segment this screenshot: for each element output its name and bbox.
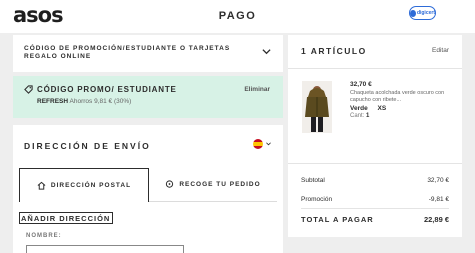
summary-title: 1 ARTÍCULO xyxy=(301,46,367,56)
chevron-down-icon[interactable] xyxy=(262,47,271,56)
product-image[interactable] xyxy=(302,81,332,133)
tab-pickup[interactable]: RECOGE TU PEDIDO xyxy=(149,168,277,202)
tab-pickup-label: RECOGE TU PEDIDO xyxy=(179,181,261,188)
product-size: XS xyxy=(377,105,387,112)
divider xyxy=(301,208,449,209)
product-info: 32,70 € Chaqueta acolchada verde oscuro … xyxy=(350,81,450,119)
divider xyxy=(288,163,462,164)
product-color: Verde xyxy=(350,105,368,112)
total-value: 22,89 € xyxy=(423,215,449,224)
shipping-address-section: DIRECCIÓN DE ENVÍO DIRECCIÓN POSTAL RECO… xyxy=(13,125,283,253)
name-input[interactable] xyxy=(26,245,184,253)
product-description[interactable]: Chaqueta acolchada verde oscuro con capu… xyxy=(350,90,450,104)
chevron-down-icon xyxy=(266,142,271,146)
product-attributes: Verde XS xyxy=(350,105,450,112)
product-quantity: Cant: 1 xyxy=(350,113,450,119)
promotion-value: -9,81 € xyxy=(428,196,449,203)
add-address-button[interactable]: AÑADIR DIRECCIÓN xyxy=(19,212,114,224)
subtotal-row: Subtotal 32,70 € xyxy=(301,177,449,184)
applied-promo-banner: CÓDIGO PROMO/ ESTUDIANTE Eliminar REFRES… xyxy=(13,76,283,118)
jacket-product-icon xyxy=(302,81,332,133)
name-field-label: NOMBRE: xyxy=(26,233,62,239)
total-row: TOTAL A PAGAR 22,89 € xyxy=(301,215,449,224)
quantity-label: Cant: xyxy=(350,113,365,119)
quantity-value: 1 xyxy=(366,113,370,119)
product-price: 32,70 € xyxy=(350,81,372,88)
digicert-icon xyxy=(410,9,416,17)
digicert-label: digicert xyxy=(416,10,435,16)
order-summary: 1 ARTÍCULO Editar 32,70 € Chaqueta acolc… xyxy=(288,35,462,237)
subtotal-value: 32,70 € xyxy=(427,177,449,184)
total-label: TOTAL A PAGAR xyxy=(301,215,374,224)
promo-code-value: REFRESH xyxy=(37,98,69,105)
top-bar: asos PAGO digicert xyxy=(0,0,475,33)
promo-savings: Ahorros 9,81 € (30%) xyxy=(69,98,132,105)
edit-bag-link[interactable]: Editar xyxy=(432,47,449,54)
spain-flag-icon xyxy=(253,139,263,149)
divider xyxy=(288,68,462,69)
applied-promo-label: CÓDIGO PROMO/ ESTUDIANTE xyxy=(37,85,177,94)
tab-postal-address-label: DIRECCIÓN POSTAL xyxy=(50,182,132,189)
country-selector[interactable] xyxy=(253,139,271,149)
page-title: PAGO xyxy=(218,10,257,22)
remove-promo-button[interactable]: Eliminar xyxy=(244,86,270,93)
subtotal-label: Subtotal xyxy=(301,177,325,184)
applied-promo-details: REFRESH Ahorros 9,81 € (30%) xyxy=(37,98,131,105)
promotion-label: Promoción xyxy=(301,196,333,203)
shipping-title: DIRECCIÓN DE ENVÍO xyxy=(24,141,151,151)
delivery-method-tabs: DIRECCIÓN POSTAL RECOGE TU PEDIDO xyxy=(19,168,277,202)
tab-postal-address[interactable]: DIRECCIÓN POSTAL xyxy=(19,168,149,202)
house-icon xyxy=(37,181,46,190)
tag-icon xyxy=(24,85,33,94)
promo-code-accordion[interactable]: CÓDIGO DE PROMOCIÓN/ESTUDIANTE O TARJETA… xyxy=(13,35,283,72)
digicert-badge[interactable]: digicert xyxy=(409,6,436,20)
location-pin-icon xyxy=(166,180,174,188)
promo-accordion-title: CÓDIGO DE PROMOCIÓN/ESTUDIANTE O TARJETA… xyxy=(24,45,231,60)
promotion-row: Promoción -9,81 € xyxy=(301,196,449,203)
